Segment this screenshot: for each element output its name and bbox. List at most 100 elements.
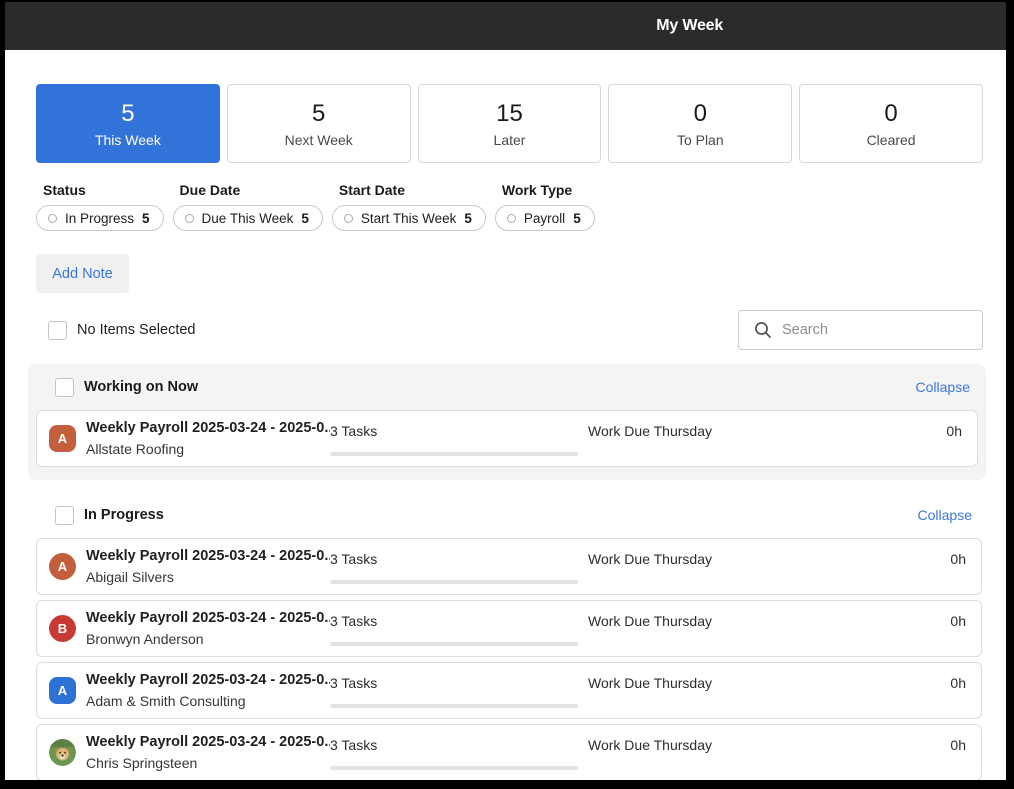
- tab-next-week[interactable]: 5 Next Week: [226, 84, 411, 163]
- tasks-progress-bar: [330, 580, 578, 584]
- section-header: Working on Now Collapse: [36, 364, 978, 410]
- filter-bar: Status In Progress 5 Due Date Due This W…: [36, 182, 983, 231]
- app-window: My Week 5 This Week 5 Next Week 15 Later…: [5, 2, 1006, 780]
- avatar-letter: A: [57, 431, 68, 446]
- week-tabs: 5 This Week 5 Next Week 15 Later 0 To Pl…: [36, 84, 983, 163]
- avatar-allstate-roofing: A: [49, 425, 76, 452]
- pill-count: 5: [301, 210, 309, 226]
- selection-left: No Items Selected: [36, 320, 195, 340]
- work-item-row[interactable]: Weekly Payroll 2025-03-24 - 2025-0... Ch…: [36, 724, 982, 780]
- main-content: 5 This Week 5 Next Week 15 Later 0 To Pl…: [5, 84, 1006, 350]
- work-item-title: Weekly Payroll 2025-03-24 - 2025-0...: [86, 609, 330, 626]
- section-checkbox[interactable]: [55, 505, 74, 525]
- tab-count: 0: [693, 100, 707, 127]
- search-input[interactable]: [782, 322, 970, 338]
- section-title: Working on Now: [84, 379, 199, 395]
- pill-label: In Progress: [65, 210, 135, 226]
- tab-to-plan[interactable]: 0 To Plan: [608, 84, 793, 163]
- pill-label: Due This Week: [201, 210, 294, 226]
- pill-label: Payroll: [523, 210, 566, 226]
- work-item-main: Weekly Payroll 2025-03-24 - 2025-0... Ab…: [86, 546, 330, 588]
- work-item-row[interactable]: A Weekly Payroll 2025-03-24 - 2025-0... …: [36, 538, 982, 595]
- avatar-adam-smith-consulting: A: [49, 677, 76, 704]
- work-item-row[interactable]: B Weekly Payroll 2025-03-24 - 2025-0... …: [36, 600, 982, 657]
- filter-label: Start Date: [338, 182, 405, 198]
- tasks-count-label: 3 Tasks: [330, 675, 378, 691]
- page-title: My Week: [656, 17, 724, 34]
- work-item-hours: 0h: [946, 423, 962, 439]
- filter-label: Due Date: [179, 182, 241, 198]
- pill-count: 5: [573, 210, 581, 226]
- tab-label: To Plan: [676, 132, 724, 148]
- work-item-title: Weekly Payroll 2025-03-24 - 2025-0...: [86, 671, 330, 688]
- section-working-on-now: Working on Now Collapse A Weekly Payroll…: [28, 364, 986, 480]
- filter-group-status: Status In Progress 5: [36, 182, 164, 231]
- tasks-progress-bar: [330, 704, 578, 708]
- work-item-client: Bronwyn Anderson: [86, 630, 204, 647]
- selection-bar: No Items Selected: [36, 310, 983, 350]
- work-item-title: Weekly Payroll 2025-03-24 - 2025-0...: [86, 547, 330, 564]
- dog-photo-icon: [49, 739, 76, 766]
- radio-ring-icon: [343, 213, 353, 223]
- work-item-client: Chris Springsteen: [86, 754, 198, 771]
- work-item-row[interactable]: A Weekly Payroll 2025-03-24 - 2025-0... …: [36, 410, 978, 467]
- tab-count: 0: [884, 100, 898, 127]
- work-item-hours: 0h: [950, 675, 966, 691]
- radio-ring-icon: [506, 213, 516, 223]
- section-header-left: Working on Now: [55, 377, 199, 397]
- work-item-hours: 0h: [950, 613, 966, 629]
- work-item-client: Abigail Silvers: [86, 568, 174, 585]
- work-item-tasks: 3 Tasks: [330, 673, 588, 708]
- filter-label: Status: [43, 182, 86, 198]
- search-box[interactable]: [738, 310, 983, 350]
- avatar-chris-springsteen-photo: [49, 739, 76, 766]
- tasks-progress-bar: [330, 452, 578, 456]
- work-item-title: Weekly Payroll 2025-03-24 - 2025-0...: [86, 733, 330, 750]
- filter-pill-payroll[interactable]: Payroll 5: [494, 205, 595, 231]
- tasks-progress-bar: [330, 766, 578, 770]
- collapse-link[interactable]: Collapse: [916, 379, 970, 395]
- section-header-left: In Progress: [55, 505, 164, 525]
- work-item-main: Weekly Payroll 2025-03-24 - 2025-0... Ch…: [86, 732, 330, 774]
- work-item-main: Weekly Payroll 2025-03-24 - 2025-0... Br…: [86, 608, 330, 650]
- tab-label: This Week: [94, 132, 161, 148]
- tasks-progress-bar: [330, 642, 578, 646]
- filter-pill-start-this-week[interactable]: Start This Week 5: [331, 205, 486, 231]
- tab-cleared[interactable]: 0 Cleared: [799, 84, 983, 163]
- work-item-due: Work Due Thursday: [588, 737, 712, 753]
- section-title: In Progress: [84, 507, 164, 523]
- add-note-button[interactable]: Add Note: [36, 254, 129, 293]
- work-item-row[interactable]: A Weekly Payroll 2025-03-24 - 2025-0... …: [36, 662, 982, 719]
- tasks-count-label: 3 Tasks: [330, 423, 378, 439]
- work-item-client: Adam & Smith Consulting: [86, 692, 246, 709]
- collapse-link[interactable]: Collapse: [918, 507, 972, 523]
- work-item-tasks: 3 Tasks: [330, 735, 588, 770]
- work-item-due: Work Due Thursday: [588, 423, 712, 439]
- work-item-tasks: 3 Tasks: [330, 421, 588, 456]
- work-item-tasks: 3 Tasks: [330, 549, 588, 584]
- select-all-checkbox[interactable]: [48, 320, 67, 340]
- work-item-due: Work Due Thursday: [588, 675, 712, 691]
- tab-label: Later: [493, 132, 526, 148]
- section-header: In Progress Collapse: [36, 500, 982, 530]
- section-in-progress: In Progress Collapse A Weekly Payroll 20…: [36, 500, 982, 780]
- work-item-client: Allstate Roofing: [86, 440, 185, 457]
- work-item-hours: 0h: [950, 551, 966, 567]
- tab-this-week[interactable]: 5 This Week: [36, 84, 220, 163]
- section-checkbox[interactable]: [55, 377, 74, 397]
- top-bar: My Week: [5, 2, 1006, 50]
- tasks-count-label: 3 Tasks: [330, 737, 378, 753]
- filter-pill-due-this-week[interactable]: Due This Week 5: [172, 205, 323, 231]
- work-item-main: Weekly Payroll 2025-03-24 - 2025-0... Ad…: [86, 670, 330, 712]
- tab-count: 15: [496, 100, 523, 127]
- avatar-letter: B: [57, 621, 68, 636]
- filter-pill-in-progress[interactable]: In Progress 5: [36, 205, 164, 231]
- tasks-count-label: 3 Tasks: [330, 613, 378, 629]
- search-icon: [754, 321, 772, 339]
- tab-label: Next Week: [284, 132, 353, 148]
- avatar-abigail-silvers: A: [49, 553, 76, 580]
- avatar-bronwyn-anderson: B: [49, 615, 76, 642]
- work-item-due: Work Due Thursday: [588, 551, 712, 567]
- tab-later[interactable]: 15 Later: [417, 84, 602, 163]
- work-item-main: Weekly Payroll 2025-03-24 - 2025-0... Al…: [86, 418, 330, 460]
